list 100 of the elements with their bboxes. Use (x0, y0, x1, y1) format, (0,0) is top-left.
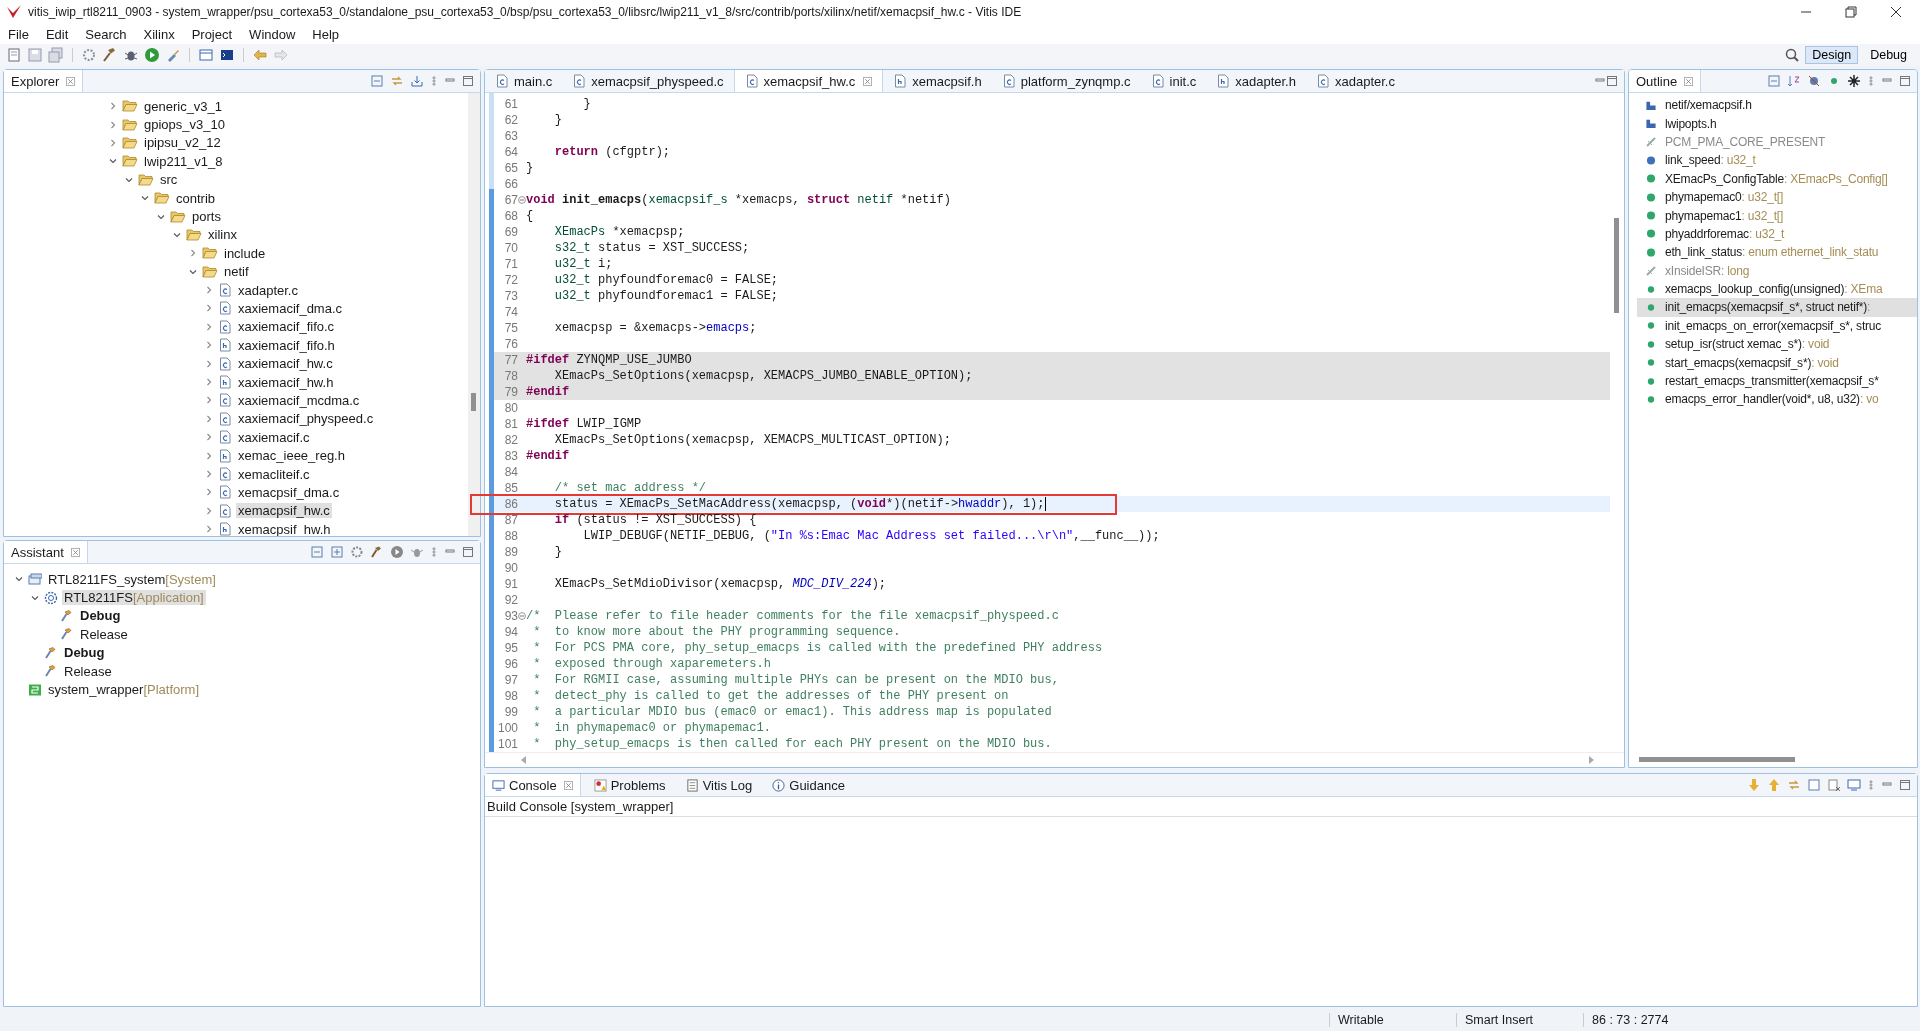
fold-icon[interactable] (518, 196, 526, 204)
tree-item[interactable]: Release (62, 663, 114, 679)
outline-item[interactable]: phymapemac0: u32_t[] (1665, 190, 1784, 205)
chevron-icon[interactable] (204, 524, 214, 535)
run-icon[interactable] (390, 545, 404, 559)
maximize-icon[interactable] (462, 75, 474, 87)
sort-icon[interactable] (1787, 74, 1801, 88)
asterisk-icon[interactable] (1847, 74, 1861, 88)
collapse-all-icon[interactable] (310, 545, 324, 559)
tree-item[interactable]: gpiops_v3_10 (142, 117, 227, 133)
tree-item[interactable]: lwip211_v1_8 (142, 153, 225, 169)
collapse-all-icon[interactable] (1767, 74, 1781, 88)
chevron-icon[interactable] (204, 469, 214, 479)
tree-item[interactable]: ipipsu_v2_12 (142, 135, 223, 151)
tree-item[interactable]: xaxiemacif_mcdma.c (236, 392, 362, 408)
chevron-icon[interactable] (204, 395, 214, 406)
tree-item[interactable]: generic_v3_1 (142, 98, 225, 114)
tree-item[interactable]: netif (222, 264, 251, 280)
hammer-icon[interactable] (370, 545, 384, 559)
view-tab[interactable]: Assistant (4, 541, 88, 563)
link-icon[interactable] (390, 74, 404, 88)
chevron-icon[interactable] (108, 137, 118, 148)
scroll-left-icon[interactable] (521, 756, 526, 764)
chevron-icon[interactable] (204, 340, 214, 351)
maximize-icon[interactable] (1606, 75, 1618, 87)
save-icon[interactable] (27, 47, 43, 63)
outline-item[interactable]: xemacps_lookup_config(unsigned): XEma (1665, 282, 1883, 297)
filter-icon[interactable] (1807, 74, 1821, 88)
menu-item[interactable]: Help (312, 26, 340, 42)
chevron-icon[interactable] (108, 119, 118, 130)
editor-tab[interactable]: init.c (1140, 70, 1207, 92)
view-menu-icon[interactable] (430, 74, 438, 88)
fold-icon[interactable] (518, 612, 526, 620)
menu-item[interactable]: Project (191, 26, 233, 42)
tree-item[interactable]: ports (190, 209, 223, 225)
chevron-icon[interactable] (108, 101, 118, 112)
tree-item[interactable]: xaxiemacif_fifo.h (236, 337, 337, 353)
outline-item[interactable]: link_speed: u32_t (1665, 153, 1756, 168)
tree-item[interactable]: src (158, 172, 180, 188)
gear-icon[interactable] (81, 47, 97, 63)
tree-item[interactable]: RTL8211FS[Application] (62, 590, 206, 606)
editor-tab[interactable]: platform_zynqmp.c (991, 70, 1141, 92)
editor-tab[interactable]: xemacpsif_hw.c (733, 70, 884, 92)
window-icon[interactable] (198, 47, 214, 63)
tree-item[interactable]: xemacpsif_dma.c (236, 484, 342, 500)
menu-item[interactable]: Window (249, 26, 296, 42)
maximize-icon[interactable] (1899, 779, 1911, 791)
view-tab[interactable]: Explorer (4, 70, 84, 92)
view-menu-icon[interactable] (1867, 74, 1875, 88)
menu-item[interactable]: Edit (45, 26, 69, 42)
forward-arrow-icon[interactable] (273, 47, 289, 63)
gear-icon[interactable] (350, 545, 364, 559)
editor-tab[interactable]: xadapter.h (1206, 70, 1306, 92)
chevron-icon[interactable] (204, 285, 214, 296)
chevron-icon[interactable] (204, 487, 214, 498)
menu-item[interactable]: File (8, 26, 29, 42)
view-tab[interactable]: Vitis Log (678, 774, 760, 796)
tree-item[interactable]: xaxiemacif_fifo.c (236, 319, 337, 335)
outline-item[interactable]: start_emacps(xemacpsif_s*): void (1665, 355, 1839, 370)
tree-item[interactable]: xadapter.c (236, 282, 300, 298)
tree-item[interactable]: xaxiemacif_dma.c (236, 301, 345, 316)
outline-item[interactable]: netif/xemacpsif.h (1665, 98, 1752, 113)
outline-item[interactable]: XEmacPs_ConfigTable: XEmacPs_Config[] (1665, 171, 1888, 186)
arrow-up-icon[interactable] (1767, 778, 1781, 792)
back-arrow-icon[interactable] (252, 47, 268, 63)
collapse-all-icon[interactable] (370, 74, 384, 88)
outline-item[interactable]: setup_isr(struct xemac_s*): void (1665, 337, 1830, 352)
chevron-icon[interactable] (204, 358, 214, 369)
chevron-icon[interactable] (204, 413, 214, 424)
outline-item[interactable]: phyaddrforemac: u32_t (1665, 226, 1785, 241)
tree-item[interactable]: include (222, 245, 268, 261)
editor-tab[interactable]: main.c (485, 70, 563, 92)
new-file-icon[interactable] (6, 47, 22, 63)
tree-item[interactable]: RTL8211FS_system[System] (46, 571, 218, 587)
perspective-button[interactable]: Debug (1863, 46, 1914, 64)
tree-item[interactable]: xemacpsif_hw.h (236, 521, 333, 536)
close-icon[interactable] (1890, 6, 1902, 18)
hammer-icon[interactable] (102, 47, 118, 63)
tree-item[interactable]: Debug (62, 645, 107, 661)
chevron-icon[interactable] (188, 248, 198, 259)
terminal-icon[interactable] (219, 47, 235, 63)
view-menu-icon[interactable] (430, 545, 438, 559)
tree-item[interactable]: system_wrapper[Platform] (46, 682, 201, 698)
search-icon[interactable] (1784, 47, 1801, 63)
scrollbar-thumb[interactable] (1639, 757, 1795, 762)
clear-icon[interactable] (1827, 778, 1841, 792)
scroll-right-icon[interactable] (1589, 756, 1594, 764)
scrollbar-thumb[interactable] (1614, 218, 1619, 313)
tree-item[interactable]: xaxiemacif_physpeed.c (236, 411, 376, 427)
perspective-button[interactable]: Design (1805, 46, 1859, 64)
monitor-icon[interactable] (1847, 778, 1861, 792)
menu-item[interactable]: Search (85, 26, 127, 42)
editor-tab[interactable]: xemacpsif_physpeed.c (562, 70, 734, 92)
chevron-icon[interactable] (204, 450, 214, 461)
view-tab[interactable]: Problems (586, 774, 673, 796)
tree-item[interactable]: xaxiemacif_hw.c (236, 356, 335, 372)
restore-icon[interactable] (1845, 6, 1857, 18)
outline-item[interactable]: restart_emacps_transmitter(xemacpsif_s* (1665, 374, 1879, 389)
outline-item[interactable]: init_emacps(xemacpsif_s*, struct netif*): (1665, 300, 1871, 315)
view-tab[interactable]: Outline (1629, 70, 1702, 92)
